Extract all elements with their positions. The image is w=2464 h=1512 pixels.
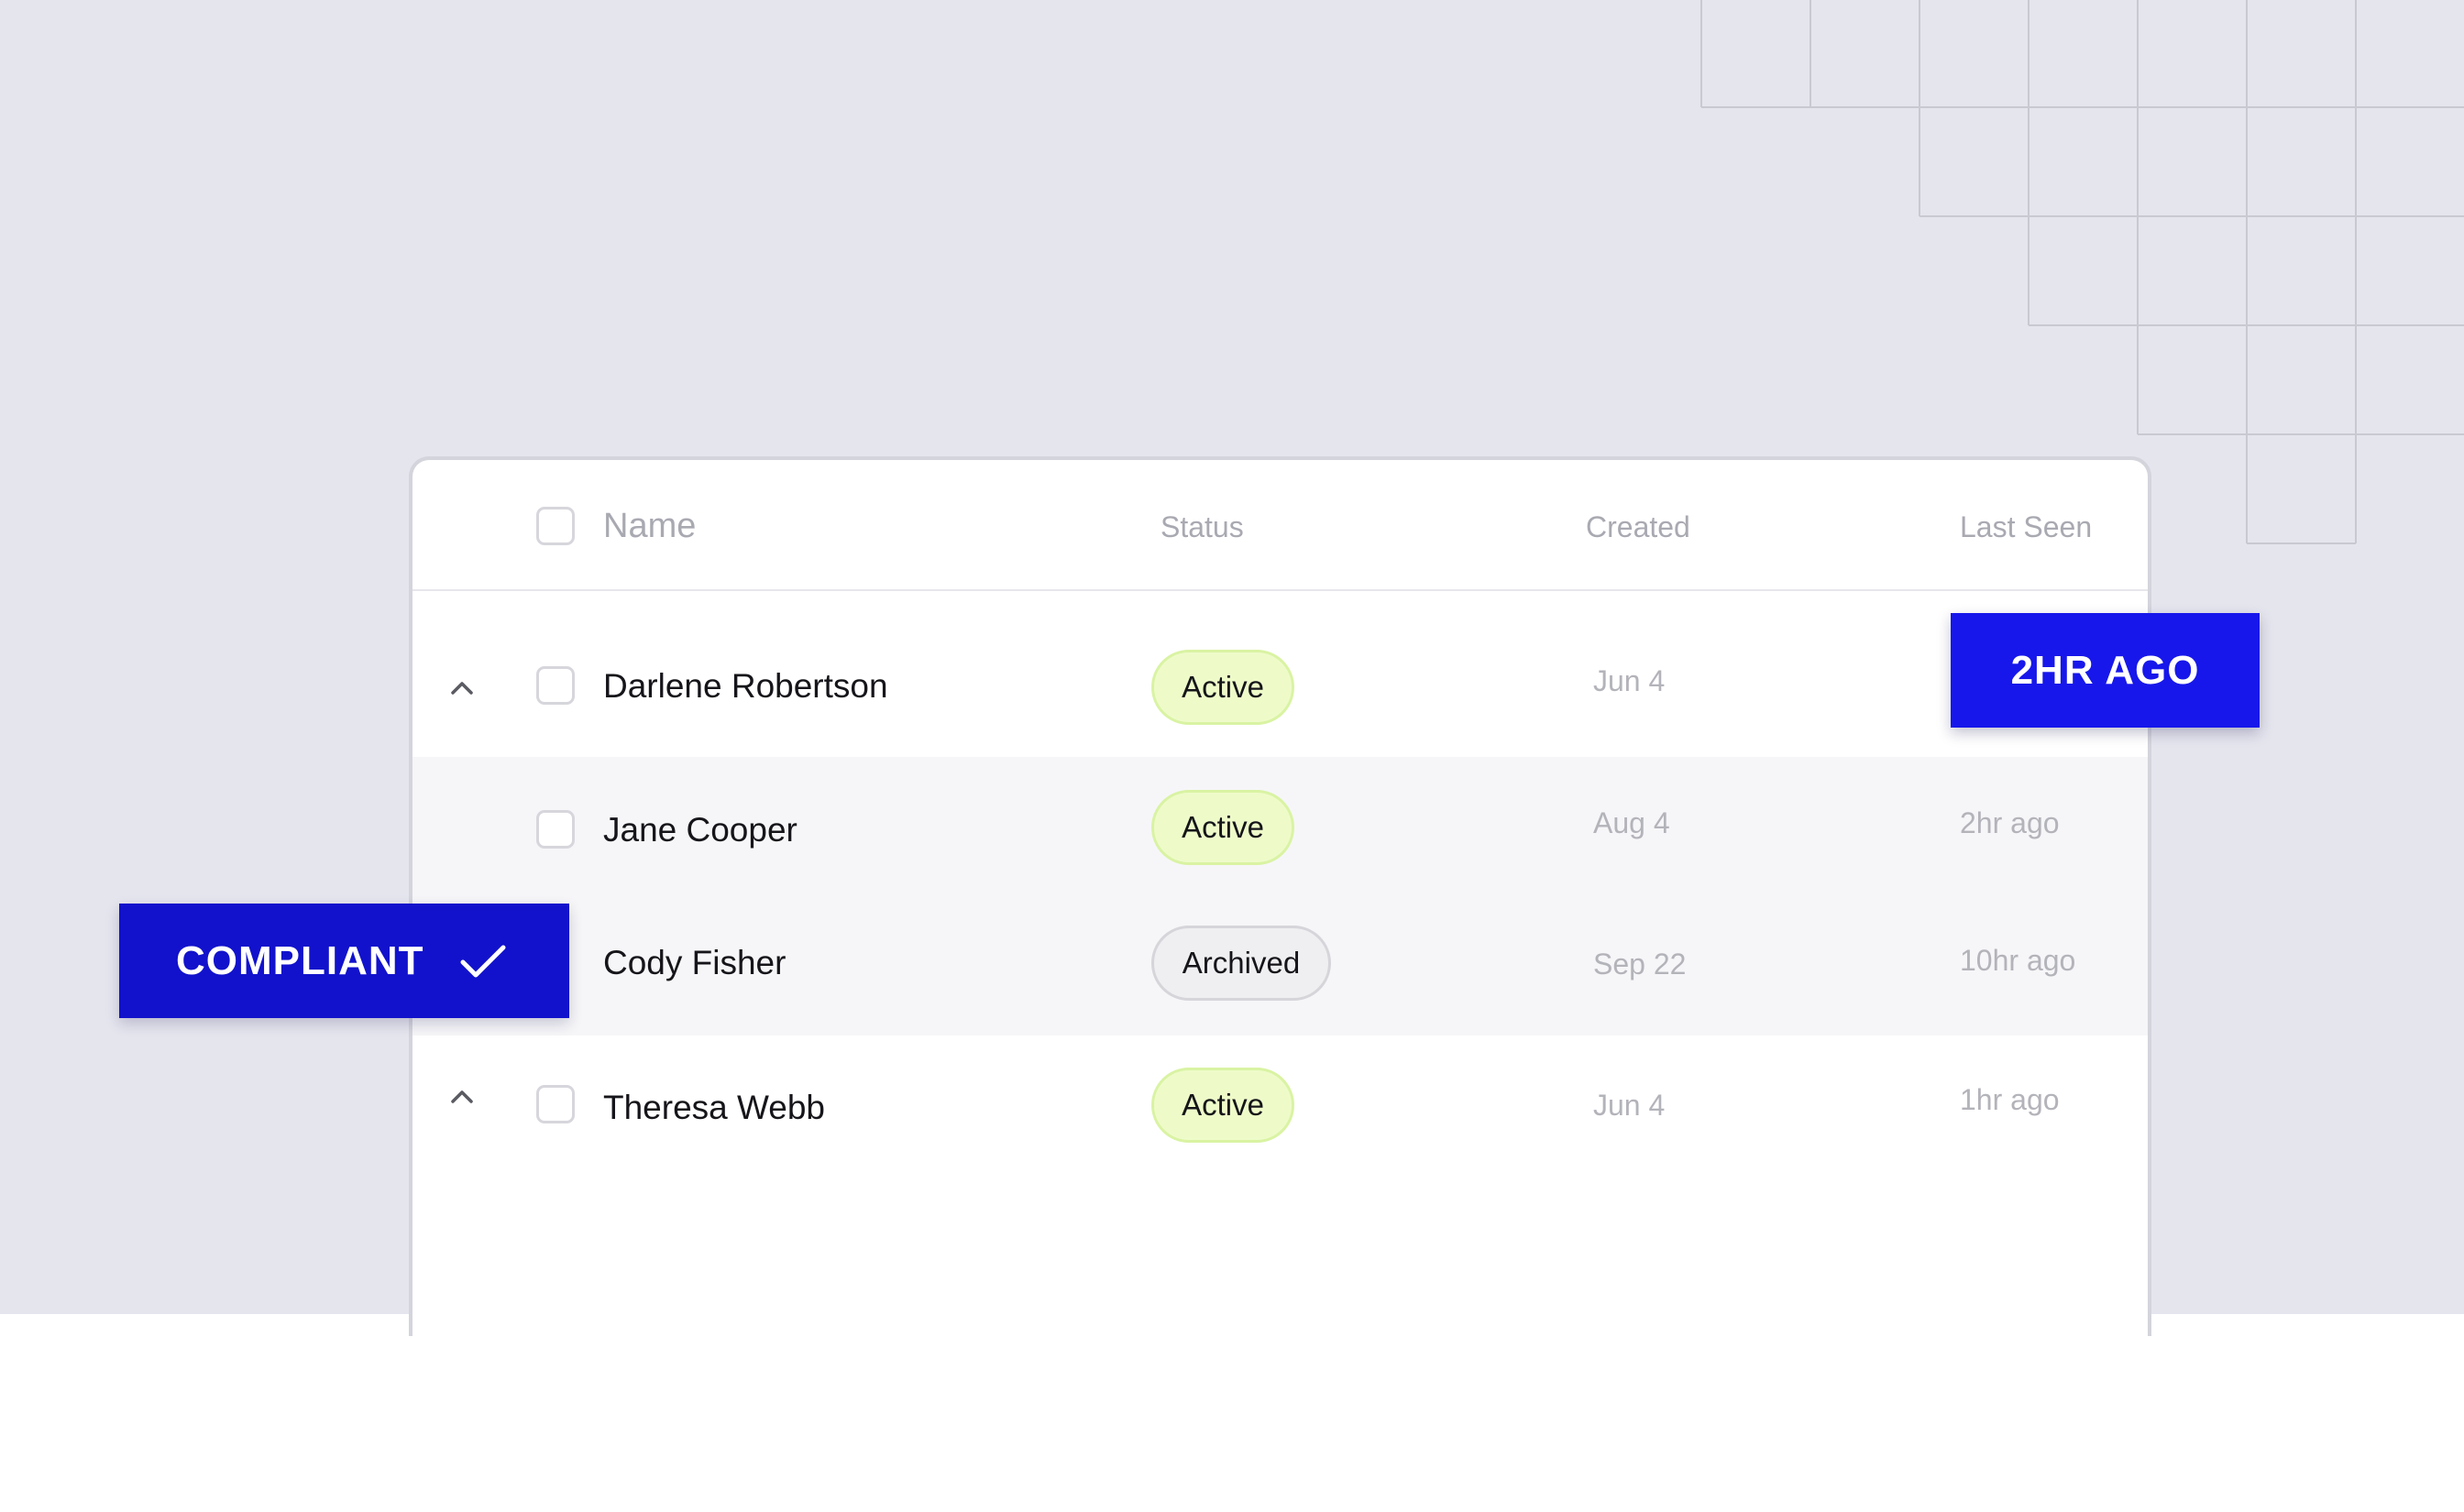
select-all-checkbox[interactable] <box>536 507 575 545</box>
table-row[interactable]: Darlene Robertson Active Jun 4 <box>412 593 2148 757</box>
column-header-created[interactable]: Created <box>1586 509 1690 545</box>
created-date: Aug 4 <box>1593 806 1670 839</box>
created-date: Sep 22 <box>1593 948 1687 981</box>
row-checkbox[interactable] <box>536 666 575 705</box>
last-seen: 1hr ago <box>1960 1083 2060 1116</box>
chevron-up-icon[interactable] <box>449 1087 475 1105</box>
column-header-last-seen[interactable]: Last Seen <box>1960 509 2092 545</box>
last-seen: 10hr ago <box>1960 944 2076 977</box>
table-row[interactable]: Cody Fisher Archived Sep 22 10hr ago <box>412 894 2148 1035</box>
user-name: Cody Fisher <box>603 944 786 981</box>
user-name: Jane Cooper <box>603 811 798 849</box>
table-row[interactable]: Jane Cooper Active Aug 4 2hr ago <box>412 757 2148 894</box>
table-row[interactable]: Theresa Webb Active Jun 4 1hr ago <box>412 1035 2148 1182</box>
status-badge: Active <box>1151 650 1294 725</box>
last-seen: 2hr ago <box>1960 806 2060 839</box>
status-badge: Active <box>1151 1068 1294 1143</box>
status-badge: Active <box>1151 790 1294 865</box>
table-header: Name Status Created Last Seen <box>412 460 2148 591</box>
user-name: Theresa Webb <box>603 1089 825 1126</box>
column-header-name[interactable]: Name <box>603 505 696 547</box>
checkmark-icon <box>460 945 506 978</box>
created-date: Jun 4 <box>1593 1089 1666 1122</box>
last-seen-tag: 2HR AGO <box>1951 613 2260 728</box>
row-checkbox[interactable] <box>536 810 575 849</box>
chevron-up-icon[interactable] <box>449 678 475 696</box>
compliant-tag-label: COMPLIANT <box>176 938 424 983</box>
compliant-tag: COMPLIANT <box>119 904 569 1018</box>
row-checkbox[interactable] <box>536 1085 575 1123</box>
user-name: Darlene Robertson <box>603 667 888 705</box>
status-badge: Archived <box>1151 926 1331 1001</box>
users-table: Name Status Created Last Seen Darlene Ro… <box>409 456 2151 1336</box>
column-header-status[interactable]: Status <box>1160 509 1244 545</box>
created-date: Jun 4 <box>1593 664 1666 697</box>
